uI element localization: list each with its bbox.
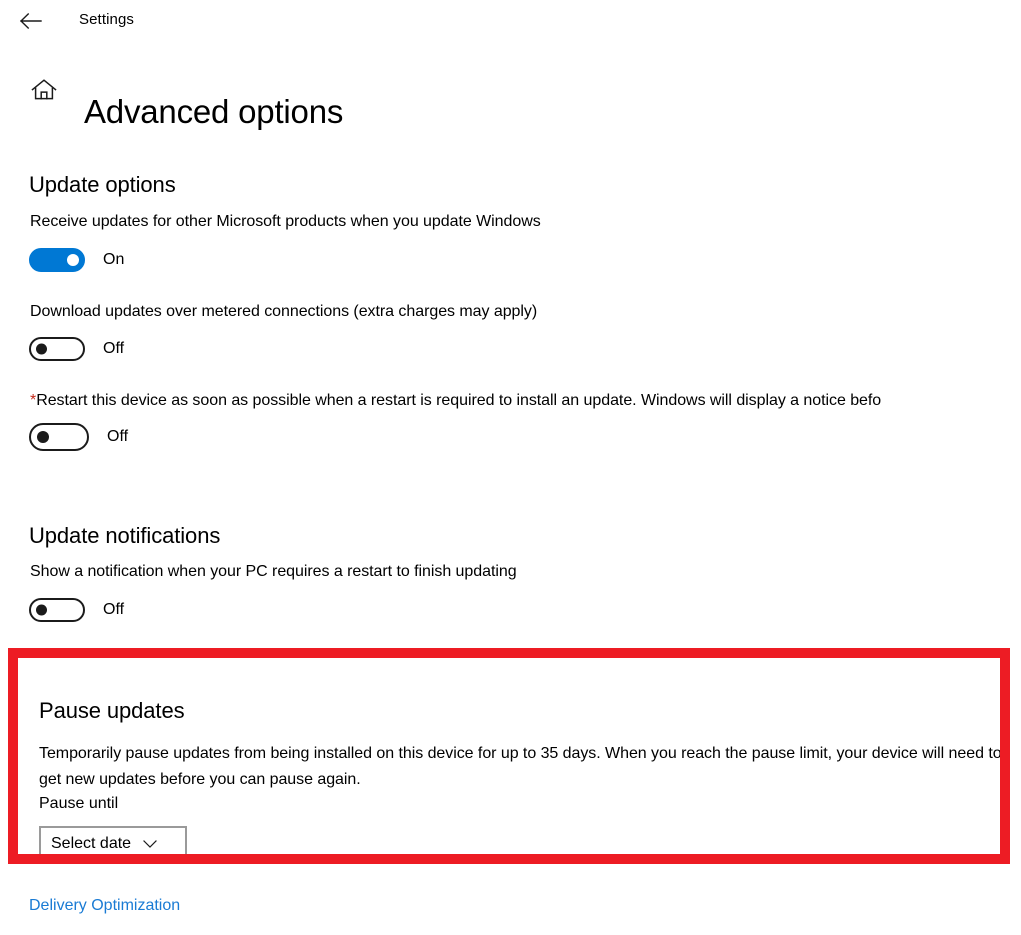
section-heading-update-notifications: Update notifications xyxy=(29,523,221,549)
section-heading-pause-updates: Pause updates xyxy=(39,698,185,724)
setting-label-metered-connections: Download updates over metered connection… xyxy=(30,303,538,320)
toggle-knob xyxy=(67,254,79,266)
toggle-row-metered-connections[interactable]: Off xyxy=(29,336,124,362)
setting-label-restart-device: *Restart this device as soon as possible… xyxy=(30,390,881,412)
toggle-row-restart-notification[interactable]: Off xyxy=(29,597,124,623)
chevron-down-icon xyxy=(143,839,157,849)
back-arrow-icon[interactable] xyxy=(14,7,48,35)
toggle-state-restart-notification: Off xyxy=(103,601,125,618)
page-title: Advanced options xyxy=(84,93,344,131)
setting-label-restart-device-text: Restart this device as soon as possible … xyxy=(36,392,882,409)
pause-until-date-dropdown[interactable]: Select date xyxy=(39,826,187,854)
toggle-row-microsoft-products[interactable]: On xyxy=(29,247,124,273)
toggle-restart-device[interactable] xyxy=(29,423,89,451)
toggle-row-restart-device[interactable]: Off xyxy=(29,423,129,451)
setting-label-restart-notification: Show a notification when your PC require… xyxy=(30,563,517,580)
pause-until-date-value: Select date xyxy=(51,835,132,852)
toggle-restart-notification[interactable] xyxy=(29,598,85,622)
settings-page: Settings Advanced options Update options… xyxy=(0,0,1021,935)
home-icon[interactable] xyxy=(29,75,59,105)
pause-updates-highlight-box: Pause updates Temporarily pause updates … xyxy=(8,648,1010,864)
title-bar: Settings xyxy=(0,0,1021,44)
page-header: Advanced options xyxy=(0,62,1021,130)
breadcrumb[interactable]: Settings xyxy=(79,10,134,30)
section-heading-update-options: Update options xyxy=(29,172,176,198)
toggle-metered-connections[interactable] xyxy=(29,337,85,361)
pause-updates-description: Temporarily pause updates from being ins… xyxy=(39,745,1002,788)
pause-updates-section: Pause updates Temporarily pause updates … xyxy=(18,658,1000,854)
toggle-state-metered-connections: Off xyxy=(103,340,125,357)
toggle-state-microsoft-products: On xyxy=(103,251,125,268)
delivery-optimization-link[interactable]: Delivery Optimization xyxy=(29,895,180,917)
toggle-knob xyxy=(36,604,47,616)
toggle-knob xyxy=(36,343,47,355)
pause-until-label: Pause until xyxy=(39,795,119,812)
setting-label-microsoft-products: Receive updates for other Microsoft prod… xyxy=(30,213,541,230)
toggle-microsoft-products[interactable] xyxy=(29,248,85,272)
toggle-state-restart-device: Off xyxy=(107,428,129,445)
toggle-knob xyxy=(37,431,49,443)
